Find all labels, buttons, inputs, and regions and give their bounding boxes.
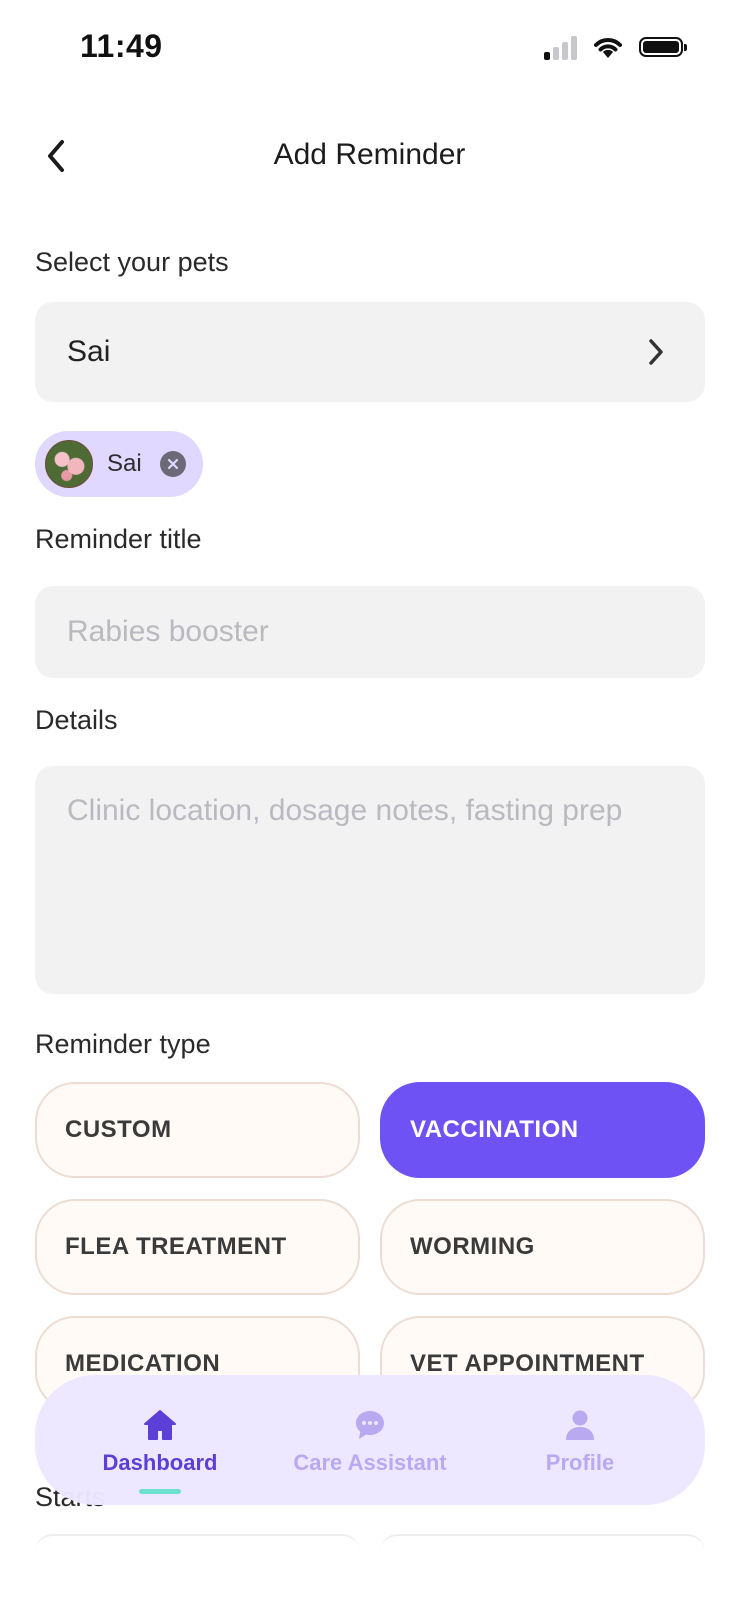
home-icon — [144, 1410, 176, 1440]
status-icons — [544, 34, 687, 60]
nav-item-care-assistant[interactable]: Care Assistant — [270, 1404, 470, 1476]
status-time: 11:49 — [80, 28, 163, 64]
cellular-signal-icon — [544, 34, 577, 60]
type-option-flea-treatment[interactable]: FLEA TREATMENT — [35, 1199, 360, 1295]
person-icon — [566, 1410, 594, 1440]
type-option-worming[interactable]: WORMING — [380, 1199, 705, 1295]
reminder-title-input[interactable] — [35, 586, 705, 678]
active-tab-indicator — [139, 1489, 181, 1494]
page-title: Add Reminder — [273, 138, 466, 171]
reminder-type-label: Reminder type — [35, 1029, 211, 1059]
details-textarea[interactable] — [35, 766, 705, 994]
select-pets-label: Select your pets — [35, 247, 229, 277]
nav-label-profile: Profile — [545, 1450, 615, 1475]
type-option-label: FLEA TREATMENT — [65, 1233, 287, 1260]
remove-pet-button[interactable] — [159, 451, 186, 477]
reminder-title-label: Reminder title — [35, 524, 202, 554]
bottom-navigation: Dashboard Care Assistant Profile — [35, 1375, 705, 1505]
nav-item-dashboard[interactable]: Dashboard — [60, 1404, 260, 1494]
type-option-custom[interactable]: CUSTOM — [35, 1082, 360, 1178]
pet-select-field[interactable]: Sai — [35, 302, 705, 402]
type-option-label: VET APPOINTMENT — [410, 1350, 645, 1377]
type-option-label: VACCINATION — [410, 1116, 579, 1143]
selected-pet-chip: Sai — [35, 431, 203, 497]
start-time-field[interactable] — [380, 1534, 705, 1600]
close-icon — [167, 458, 178, 470]
nav-label-dashboard: Dashboard — [102, 1450, 218, 1475]
type-option-label: WORMING — [410, 1233, 535, 1260]
type-option-vaccination[interactable]: VACCINATION — [380, 1082, 705, 1178]
chevron-right-icon — [649, 339, 663, 365]
chat-bubble-icon — [356, 1411, 384, 1439]
pet-select-value: Sai — [67, 335, 111, 368]
nav-item-profile[interactable]: Profile — [480, 1404, 680, 1476]
nav-label-care-assistant: Care Assistant — [293, 1450, 447, 1475]
pet-avatar — [45, 440, 93, 488]
battery-icon — [639, 37, 687, 57]
details-label: Details — [35, 705, 118, 735]
type-option-label: CUSTOM — [65, 1116, 172, 1143]
type-option-label: MEDICATION — [65, 1350, 221, 1377]
pet-chip-label: Sai — [107, 450, 142, 477]
start-date-field[interactable] — [35, 1534, 360, 1600]
add-reminder-screen: 11:49 Add Reminder Select your pets Sai … — [0, 0, 739, 1600]
wifi-icon — [594, 38, 622, 58]
